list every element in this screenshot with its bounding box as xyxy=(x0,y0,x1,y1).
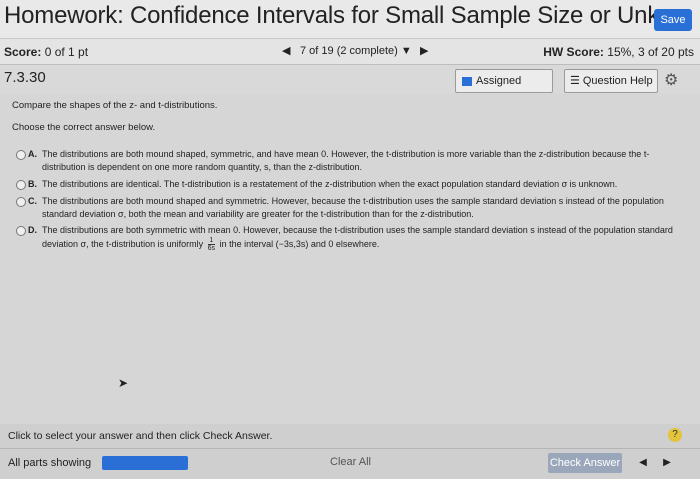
radio-button[interactable] xyxy=(16,197,26,207)
radio-button[interactable] xyxy=(16,180,26,190)
footer-instruction: Click to select your answer and then cli… xyxy=(8,430,273,442)
fraction-numerator: 1 xyxy=(207,237,216,245)
fraction: 1 6s xyxy=(207,237,216,252)
score-value: 0 of 1 pt xyxy=(44,45,89,59)
score-bar: Score: 0 of 1 pt ◀ 7 of 19 (2 complete) … xyxy=(0,38,700,65)
media-icon xyxy=(462,76,472,86)
previous-question-icon[interactable]: ◀ xyxy=(282,44,290,57)
next-part-icon[interactable]: ▶ xyxy=(658,453,676,473)
option-text: The distributions are both mound shaped,… xyxy=(42,149,650,172)
question-progress-dropdown[interactable]: 7 of 19 (2 complete) ▼ xyxy=(300,45,412,57)
help-icon[interactable]: ? xyxy=(668,428,682,442)
assigned-media-button[interactable]: Assigned Media xyxy=(455,69,553,109)
score: Score: 0 of 1 pt xyxy=(4,45,88,59)
next-question-icon[interactable]: ▶ xyxy=(420,44,428,57)
previous-part-icon[interactable]: ◀ xyxy=(634,453,652,473)
gear-icon[interactable]: ⚙ xyxy=(664,70,678,90)
question-instruction: Choose the correct answer below. xyxy=(12,122,156,133)
option-letter: B. xyxy=(28,179,37,189)
option-letter: A. xyxy=(28,149,37,159)
question-content: Compare the shapes of the z- and t-distr… xyxy=(0,94,700,424)
answer-option-a[interactable]: A. The distributions are both mound shap… xyxy=(16,148,676,174)
question-help-label: Question Help xyxy=(582,75,653,87)
option-letter: C. xyxy=(28,196,37,206)
question-prompt: Compare the shapes of the z- and t-distr… xyxy=(12,100,218,111)
bottom-bar: All parts showing Clear All Check Answer… xyxy=(0,448,700,479)
hw-score-value: 15%, 3 of 20 pts xyxy=(607,45,694,59)
progress-text: 7 of 19 (2 complete) xyxy=(300,45,398,57)
question-number: 7.3.30 xyxy=(4,69,46,86)
option-text: The distributions are both mound shaped … xyxy=(42,196,664,219)
answer-option-d[interactable]: D. The distributions are both symmetric … xyxy=(16,224,676,252)
score-label: Score: xyxy=(4,45,42,59)
option-letter: D. xyxy=(28,225,37,235)
save-button[interactable]: Save xyxy=(654,9,692,31)
answer-option-c[interactable]: C. The distributions are both mound shap… xyxy=(16,195,676,221)
option-text-end: in the interval (−3s,3s) and 0 elsewhere… xyxy=(219,238,380,249)
question-bar: 7.3.30 Assigned Media ☰Question Help ⚙ xyxy=(0,64,700,109)
parts-progress-bar xyxy=(102,456,188,470)
option-text: The distributions are both symmetric wit… xyxy=(42,224,676,252)
all-parts-label: All parts showing xyxy=(8,457,92,469)
check-answer-button[interactable]: Check Answer xyxy=(548,453,622,473)
mouse-cursor-icon: ➤ xyxy=(118,376,129,390)
hw-score: HW Score: 15%, 3 of 20 pts xyxy=(543,45,694,59)
chevron-down-icon: ▼ xyxy=(400,45,412,57)
option-text: The distributions are identical. The t-d… xyxy=(42,179,618,189)
radio-button[interactable] xyxy=(16,226,26,236)
question-help-button[interactable]: ☰ Question Help xyxy=(564,69,658,93)
answer-option-b[interactable]: B. The distributions are identical. The … xyxy=(16,178,676,191)
clear-all-button[interactable]: Clear All xyxy=(330,456,371,468)
title-bar: Homework: Confidence Intervals for Small… xyxy=(0,0,700,38)
list-icon: ☰ xyxy=(570,75,580,87)
fraction-denominator: 6s xyxy=(207,245,216,252)
hw-score-label: HW Score: xyxy=(543,45,604,59)
radio-button[interactable] xyxy=(16,150,26,160)
page-title: Homework: Confidence Intervals for Small… xyxy=(4,2,673,29)
